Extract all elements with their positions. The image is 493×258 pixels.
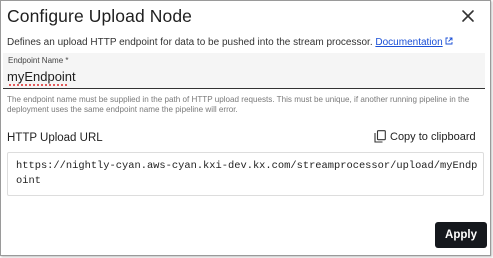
copy-icon bbox=[374, 130, 386, 143]
dialog-title: Configure Upload Node bbox=[7, 6, 192, 26]
endpoint-name-hint: The endpoint name must be supplied in th… bbox=[7, 95, 470, 114]
http-upload-url-label: HTTP Upload URL bbox=[7, 132, 103, 144]
configure-upload-node-dialog: Configure Upload Node Defines an upload … bbox=[0, 0, 491, 256]
dialog-description: Defines an upload HTTP endpoint for data… bbox=[7, 37, 453, 48]
http-upload-url-box: https://nightly-cyan.aws-cyan.kxi-dev.kx… bbox=[7, 152, 484, 196]
description-text: Defines an upload HTTP endpoint for data… bbox=[7, 37, 373, 48]
endpoint-name-field[interactable]: Endpoint Name * bbox=[3, 53, 485, 89]
external-link-icon bbox=[445, 37, 453, 45]
apply-button[interactable]: Apply bbox=[435, 222, 487, 248]
documentation-link-label: Documentation bbox=[375, 37, 443, 48]
copy-to-clipboard-label: Copy to clipboard bbox=[390, 130, 476, 143]
http-upload-url-text[interactable]: https://nightly-cyan.aws-cyan.kxi-dev.kx… bbox=[16, 159, 478, 189]
close-button[interactable] bbox=[459, 7, 477, 25]
documentation-link[interactable]: Documentation bbox=[375, 37, 453, 48]
endpoint-name-input[interactable] bbox=[7, 67, 477, 85]
close-icon bbox=[462, 10, 474, 22]
copy-to-clipboard-button[interactable]: Copy to clipboard bbox=[374, 130, 476, 143]
endpoint-name-label: Endpoint Name * bbox=[8, 56, 69, 65]
spellcheck-underline bbox=[8, 84, 68, 87]
